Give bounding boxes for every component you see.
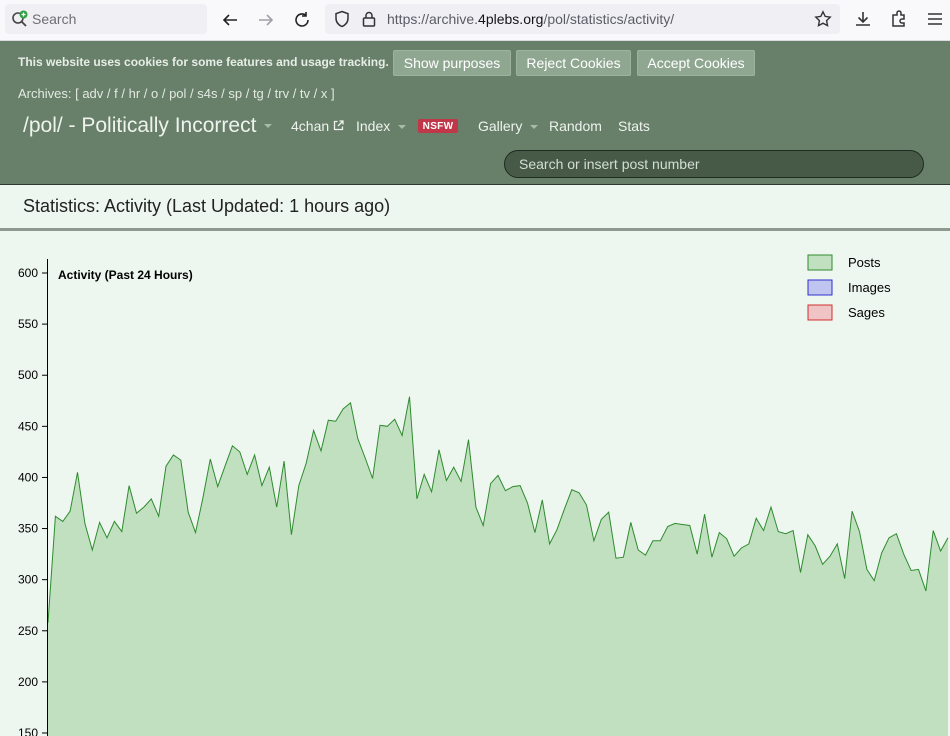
board-title: /pol/ - Politically Incorrect bbox=[23, 114, 257, 137]
legend-label-images[interactable]: Images bbox=[848, 280, 891, 295]
archive-link-adv[interactable]: adv bbox=[82, 86, 103, 101]
extensions-puzzle-icon[interactable] bbox=[889, 9, 909, 29]
lock-icon[interactable] bbox=[360, 10, 378, 28]
url-text[interactable]: https://archive.4plebs.org/pol/statistic… bbox=[387, 11, 674, 27]
post-search-box[interactable] bbox=[504, 150, 924, 178]
nav-4chan-label: 4chan bbox=[291, 118, 330, 134]
archive-link-tg[interactable]: tg bbox=[253, 86, 264, 101]
bookmark-star-icon[interactable] bbox=[814, 10, 832, 28]
archive-link-f[interactable]: f bbox=[114, 86, 118, 101]
y-tick-label: 350 bbox=[18, 522, 38, 536]
stats-title-bar: Statistics: Activity (Last Updated: 1 ho… bbox=[0, 185, 950, 231]
chevron-down-icon bbox=[398, 125, 407, 130]
tracking-protection-shield-icon[interactable] bbox=[333, 10, 351, 28]
back-arrow-icon bbox=[222, 14, 237, 26]
chevron-down-icon bbox=[530, 125, 539, 130]
y-axis-ticks: 150 200 250 300 350 400 450 500 550 600 bbox=[18, 266, 48, 736]
archive-link-trv[interactable]: trv bbox=[275, 86, 289, 101]
show-purposes-button[interactable]: Show purposes bbox=[393, 50, 511, 76]
y-tick-label: 250 bbox=[18, 624, 38, 638]
archive-link-pol[interactable]: pol bbox=[169, 86, 186, 101]
reject-cookies-button[interactable]: Reject Cookies bbox=[516, 50, 631, 76]
archive-link-o[interactable]: o bbox=[151, 86, 158, 101]
y-tick-label: 500 bbox=[18, 368, 38, 382]
nav-gallery-label: Gallery bbox=[478, 118, 523, 134]
nav-stats-link[interactable]: Stats bbox=[618, 118, 650, 134]
url-domain: 4plebs.org bbox=[478, 11, 544, 27]
legend-swatch-images[interactable] bbox=[807, 279, 833, 296]
nav-4chan-link[interactable]: 4chan bbox=[291, 118, 344, 134]
search-engine-icon bbox=[12, 10, 28, 27]
forward-arrow-icon bbox=[259, 14, 274, 26]
page-title: Statistics: Activity (Last Updated: 1 ho… bbox=[23, 196, 391, 216]
nav-gallery-dropdown[interactable]: Gallery bbox=[478, 118, 539, 134]
post-search-input[interactable] bbox=[519, 155, 909, 173]
legend-swatch-posts[interactable] bbox=[807, 254, 833, 271]
reload-button[interactable] bbox=[288, 6, 316, 34]
y-tick-label: 200 bbox=[18, 675, 38, 689]
y-tick-label: 300 bbox=[18, 573, 38, 587]
hamburger-menu-icon[interactable] bbox=[925, 9, 945, 29]
browser-search-input[interactable] bbox=[32, 9, 202, 29]
posts-area-fill bbox=[48, 396, 948, 736]
url-prefix: https://archive. bbox=[387, 11, 479, 27]
archive-link-sp[interactable]: sp bbox=[228, 86, 242, 101]
browser-toolbar: https://archive.4plebs.org/pol/statistic… bbox=[0, 0, 950, 41]
y-tick-label: 450 bbox=[18, 419, 38, 433]
nav-index-label: Index bbox=[356, 118, 391, 134]
archive-link-hr[interactable]: hr bbox=[129, 86, 141, 101]
y-tick-label: 600 bbox=[18, 266, 38, 280]
chart-legend: Posts Images Sages bbox=[807, 254, 891, 321]
board-title-dropdown[interactable]: /pol/ - Politically Incorrect bbox=[23, 114, 273, 138]
nav-random-link[interactable]: Random bbox=[549, 118, 602, 134]
archives-list: Archives: [ adv / f / hr / o / pol / s4s… bbox=[18, 86, 335, 101]
activity-chart-svg: 150 200 250 300 350 400 450 500 550 600 Activity … bbox=[18, 254, 949, 736]
archive-link-tv[interactable]: tv bbox=[300, 86, 310, 101]
legend-label-sages[interactable]: Sages bbox=[848, 305, 885, 320]
nsfw-badge: NSFW bbox=[418, 119, 458, 133]
archives-prefix: Archives: [ bbox=[18, 86, 79, 101]
forward-button[interactable] bbox=[252, 6, 280, 34]
url-bar[interactable]: https://archive.4plebs.org/pol/statistic… bbox=[325, 4, 840, 34]
external-link-icon bbox=[333, 120, 344, 131]
back-button[interactable] bbox=[216, 6, 244, 34]
nav-index-dropdown[interactable]: Index bbox=[356, 118, 407, 134]
browser-search-box[interactable] bbox=[5, 4, 207, 34]
legend-swatch-sages[interactable] bbox=[807, 304, 833, 321]
cookie-notice-text: This website uses cookies for some featu… bbox=[18, 55, 389, 69]
y-tick-label: 150 bbox=[18, 726, 38, 736]
accept-cookies-button[interactable]: Accept Cookies bbox=[637, 50, 755, 76]
archive-link-x[interactable]: x bbox=[321, 86, 328, 101]
url-path: /pol/statistics/activity/ bbox=[543, 11, 675, 27]
chevron-down-icon bbox=[264, 124, 273, 129]
archive-link-s4s[interactable]: s4s bbox=[197, 86, 217, 101]
y-tick-label: 550 bbox=[18, 317, 38, 331]
site-header: This website uses cookies for some featu… bbox=[0, 41, 950, 185]
activity-chart: 150 200 250 300 350 400 450 500 550 600 Activity … bbox=[0, 231, 950, 736]
archives-suffix: ] bbox=[331, 86, 335, 101]
downloads-icon[interactable] bbox=[853, 9, 873, 29]
y-tick-label: 400 bbox=[18, 470, 38, 484]
reload-icon bbox=[295, 12, 309, 27]
chart-title: Activity (Past 24 Hours) bbox=[58, 268, 193, 282]
legend-label-posts[interactable]: Posts bbox=[848, 255, 881, 270]
